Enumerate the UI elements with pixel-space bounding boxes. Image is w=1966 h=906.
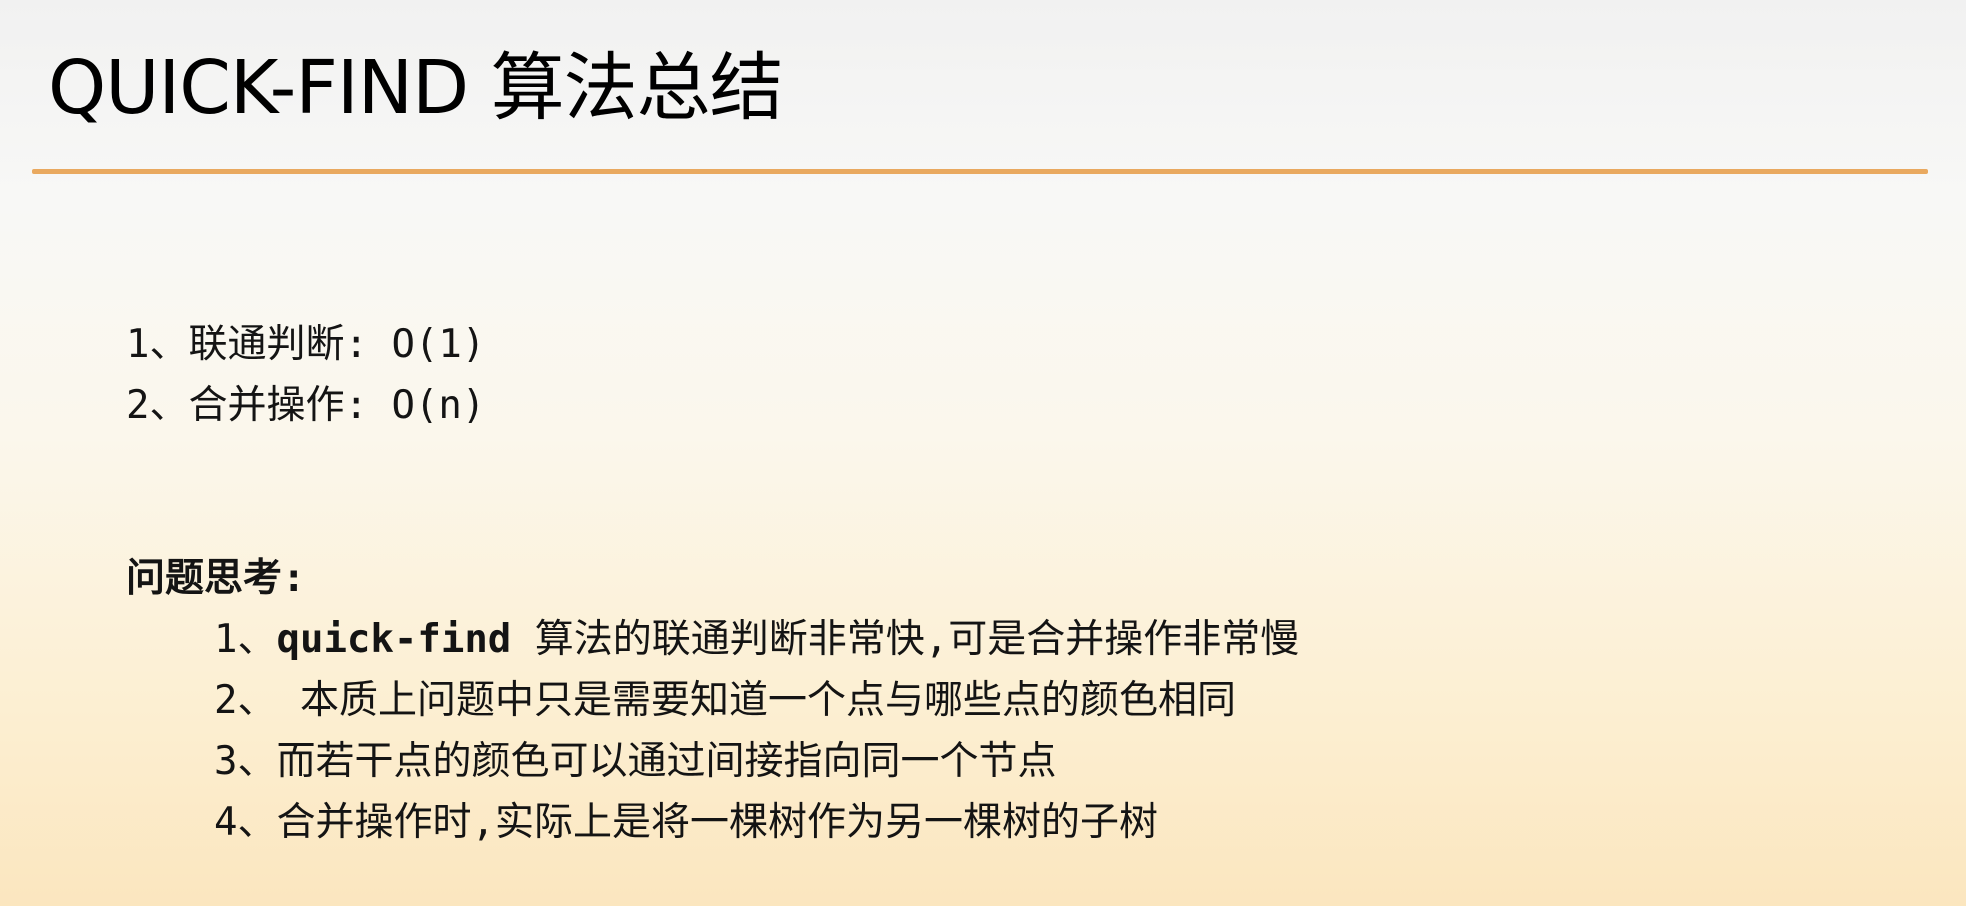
keyword-quick-find: quick-find [276, 617, 512, 662]
thinking-item-3: 3、而若干点的颜色可以通过间接指向同一个节点 [214, 739, 1057, 784]
thinking-item-4: 4、合并操作时,实际上是将一棵树作为另一棵树的子树 [214, 800, 1158, 845]
thinking-item-1: 1、quick-find 算法的联通判断非常快,可是合并操作非常慢 [214, 617, 1300, 662]
thinking-section: 问题思考: 1、quick-find 算法的联通判断非常快,可是合并操作非常慢 … [126, 548, 1299, 853]
slide-title: QUICK-FIND 算法总结 [48, 45, 784, 131]
thinking-heading: 问题思考: [126, 556, 306, 601]
thinking-list: 1、quick-find 算法的联通判断非常快,可是合并操作非常慢 2、 本质上… [126, 609, 1299, 853]
complexity-list: 1、联通判断: O(1) 2、合并操作: O(n) [126, 314, 485, 436]
complexity-item-find: 1、联通判断: O(1) [126, 322, 486, 367]
title-divider [32, 169, 1928, 174]
thinking-item-2: 2、 本质上问题中只是需要知道一个点与哪些点的颜色相同 [214, 678, 1236, 723]
complexity-item-union: 2、合并操作: O(n) [126, 383, 486, 428]
